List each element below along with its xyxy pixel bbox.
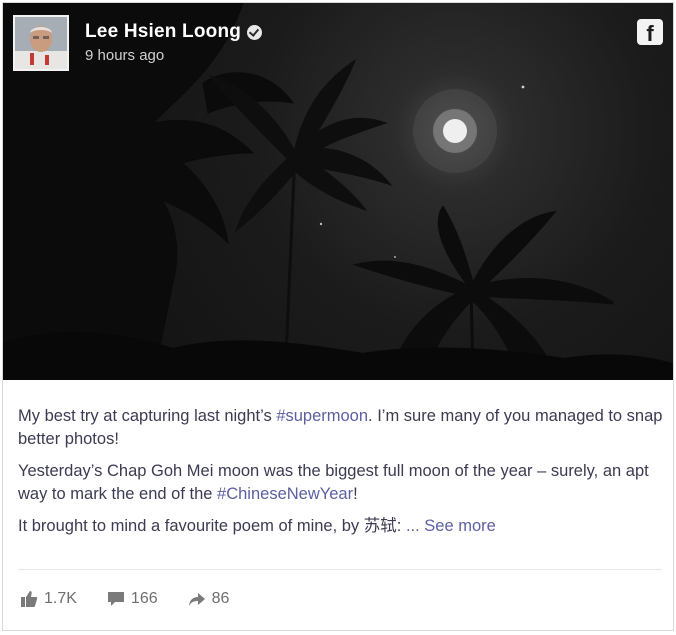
- post-paragraph-3: It brought to mind a favourite poem of m…: [18, 515, 663, 538]
- paragraph-text: !: [353, 485, 358, 503]
- post-paragraph-2: Yesterday’s Chap Goh Mei moon was the bi…: [18, 460, 663, 506]
- thumbs-up-icon: [21, 591, 38, 607]
- likes-count: 1.7K: [44, 590, 77, 607]
- post-timestamp[interactable]: 9 hours ago: [85, 47, 164, 64]
- shares-stat[interactable]: 86: [188, 590, 230, 608]
- post-body: My best try at capturing last night’s #s…: [18, 405, 663, 547]
- paragraph-text: My best try at capturing last night’s: [18, 407, 277, 425]
- comments-count: 166: [130, 590, 158, 607]
- paragraph-text: It brought to mind a favourite poem of m…: [18, 517, 406, 535]
- comments-stat[interactable]: 166: [107, 590, 158, 608]
- post-paragraph-1: My best try at capturing last night’s #s…: [18, 405, 663, 451]
- facebook-logo-icon[interactable]: f: [637, 19, 663, 45]
- author-avatar[interactable]: [13, 15, 69, 71]
- hashtag-supermoon[interactable]: #supermoon: [276, 407, 368, 425]
- facebook-post-card: Lee Hsien Loong 9 hours ago f My best tr…: [2, 2, 674, 631]
- comment-bubble-icon: [107, 592, 124, 606]
- likes-stat[interactable]: 1.7K: [20, 590, 77, 608]
- shares-count: 86: [211, 590, 230, 607]
- see-more-link[interactable]: ... See more: [406, 517, 496, 535]
- post-photo[interactable]: Lee Hsien Loong 9 hours ago f: [3, 3, 673, 380]
- author-name[interactable]: Lee Hsien Loong: [85, 21, 241, 43]
- author-header: Lee Hsien Loong: [85, 21, 263, 43]
- hashtag-chinesenewyear[interactable]: #ChineseNewYear: [217, 485, 353, 503]
- engagement-stats: 1.7K 166 86: [20, 590, 259, 608]
- verified-badge-icon: [247, 25, 263, 40]
- avatar-portrait: [15, 17, 67, 69]
- divider: [18, 569, 662, 570]
- share-arrow-icon: [188, 593, 205, 606]
